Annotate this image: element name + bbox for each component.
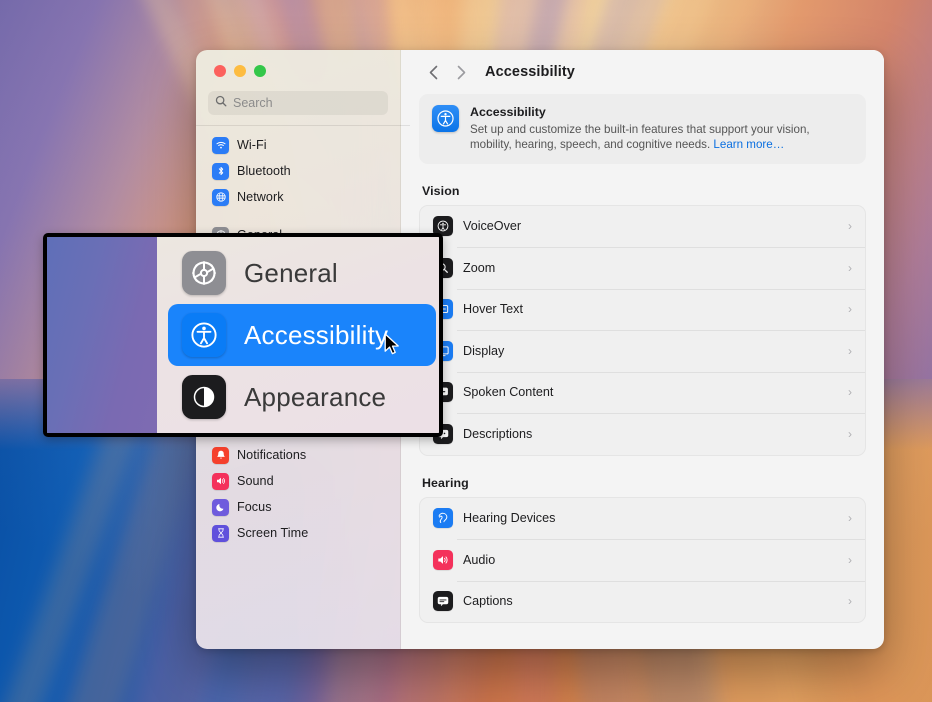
sidebar-divider (196, 125, 410, 126)
sidebar-item-sound[interactable]: Sound (206, 468, 390, 494)
settings-row-label: Zoom (463, 260, 496, 275)
close-button[interactable] (214, 65, 226, 77)
sidebar-item-label: Notifications (237, 448, 307, 462)
moon-icon (212, 498, 229, 516)
chevron-right-icon: › (848, 552, 852, 567)
accessibility-banner: Accessibility Set up and customize the b… (419, 94, 866, 164)
maximize-button[interactable] (254, 65, 266, 77)
settings-row-captions[interactable]: Captions › (420, 580, 865, 623)
callout-item-label: Accessibility (244, 319, 389, 350)
chevron-right-icon: › (848, 594, 852, 609)
accessibility-icon (432, 105, 459, 132)
detail-header: Accessibility (401, 50, 884, 94)
banner-title: Accessibility (470, 105, 546, 119)
hourglass-icon (212, 524, 229, 542)
globe-icon (212, 188, 229, 206)
settings-row-label: Hover Text (463, 302, 523, 317)
detail-body: Accessibility Set up and customize the b… (401, 94, 884, 649)
settings-row-audio[interactable]: Audio › (420, 539, 865, 581)
settings-card: Hearing Devices › Audio › Captions › (419, 496, 866, 624)
sidebar-item-label: Sound (237, 474, 274, 488)
sidebar-item-label: Bluetooth (237, 164, 291, 178)
callout-item-accessibility[interactable]: Accessibility (168, 304, 436, 366)
sidebar-item-bluetooth[interactable]: Bluetooth (206, 158, 390, 184)
appearance-icon (182, 375, 226, 419)
bluetooth-icon (212, 162, 229, 180)
callout-item-general[interactable]: General (168, 242, 436, 304)
sidebar-item-label: Network (237, 190, 284, 204)
traffic-lights (196, 50, 400, 77)
speaker-icon (212, 472, 229, 490)
settings-row-label: Descriptions (463, 426, 533, 441)
detail-pane: Accessibility Accessibility Set up and c… (401, 50, 884, 649)
gear-icon (182, 251, 226, 295)
bell-icon (212, 446, 229, 464)
settings-row-hover-text[interactable]: Hover Text › (420, 288, 865, 331)
sidebar-item-screen-time[interactable]: Screen Time (206, 520, 390, 546)
settings-row-label: VoiceOver (463, 219, 522, 234)
search-container (196, 77, 400, 125)
captions-icon (433, 591, 453, 612)
sidebar-item-network[interactable]: Network (206, 184, 390, 210)
learn-more-link[interactable]: Learn more… (713, 138, 784, 151)
callout-item-label: General (244, 257, 338, 288)
settings-row-label: Captions (463, 594, 513, 609)
settings-row-label: Display (463, 343, 505, 358)
accessibility-icon (182, 313, 226, 357)
search-icon (215, 94, 227, 112)
chevron-right-icon: › (848, 219, 852, 234)
callout-item-appearance[interactable]: Appearance (168, 366, 436, 428)
settings-row-label: Spoken Content (463, 385, 554, 400)
sidebar-group: Wi-Fi Bluetooth Network (206, 132, 390, 210)
back-button[interactable] (419, 58, 447, 86)
ear-icon (433, 508, 453, 529)
sidebar-item-notifications[interactable]: Notifications (206, 442, 390, 468)
chevron-right-icon: › (848, 343, 852, 358)
callout-sidebar-region: General Accessibility Appearance (157, 237, 439, 433)
page-title: Accessibility (485, 64, 575, 80)
sidebar-item-focus[interactable]: Focus (206, 494, 390, 520)
sidebar-item-label: Wi-Fi (237, 138, 267, 152)
magnified-callout: General Accessibility Appearance (43, 233, 443, 437)
settings-row-display[interactable]: Display › (420, 330, 865, 372)
callout-item-label: Appearance (244, 381, 387, 412)
section-title: Vision (422, 183, 460, 198)
settings-row-label: Audio (463, 552, 496, 567)
chevron-right-icon: › (848, 385, 852, 400)
sidebar-item-wi-fi[interactable]: Wi-Fi (206, 132, 390, 158)
settings-row-descriptions[interactable]: Descriptions › (420, 413, 865, 455)
settings-row-voiceover[interactable]: VoiceOver › (420, 206, 865, 248)
forward-button[interactable] (447, 58, 475, 86)
chevron-right-icon: › (848, 426, 852, 441)
chevron-right-icon: › (848, 260, 852, 275)
sidebar-group: Notifications Sound Focus Screen Time (206, 442, 390, 546)
banner-description: Set up and customize the built-in featur… (470, 122, 853, 153)
callout-wallpaper-region (47, 237, 157, 433)
search-box[interactable] (208, 91, 388, 115)
sidebar-item-label: Screen Time (237, 526, 309, 540)
settings-row-spoken-content[interactable]: Spoken Content › (420, 371, 865, 414)
settings-sections: Vision VoiceOver › Zoom › Hover Text › Disp… (419, 184, 866, 624)
section-title: Hearing (422, 475, 469, 490)
settings-card: VoiceOver › Zoom › Hover Text › Display › Sp… (419, 204, 866, 456)
chevron-right-icon: › (848, 302, 852, 317)
wifi-icon (212, 136, 229, 154)
search-input[interactable] (233, 96, 381, 110)
speaker-icon (433, 549, 453, 570)
sidebar-item-label: Focus (237, 500, 272, 514)
minimize-button[interactable] (234, 65, 246, 77)
settings-row-hearing-devices[interactable]: Hearing Devices › (420, 498, 865, 540)
chevron-right-icon: › (848, 511, 852, 526)
settings-row-zoom[interactable]: Zoom › (420, 247, 865, 289)
settings-row-label: Hearing Devices (463, 511, 556, 526)
